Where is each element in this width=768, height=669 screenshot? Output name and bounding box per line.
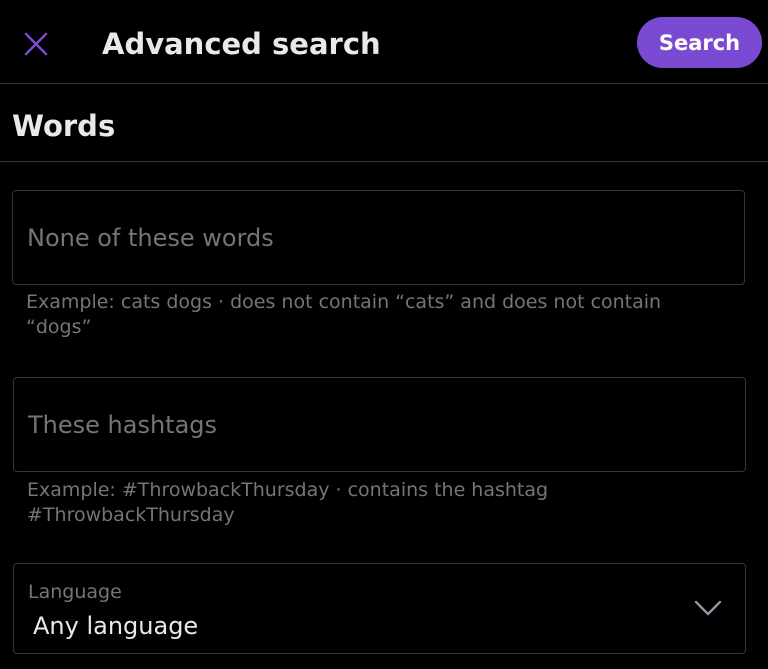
language-value: Any language <box>33 612 199 640</box>
search-button[interactable]: Search <box>637 17 762 68</box>
none-of-these-words-helper: Example: cats dogs · does not contain “c… <box>26 291 662 338</box>
hashtags-field[interactable] <box>13 377 746 472</box>
page-title: Advanced search <box>102 27 381 61</box>
language-select[interactable]: Language Any language <box>13 563 746 654</box>
section-title: Words <box>12 109 116 143</box>
close-button[interactable] <box>20 28 52 60</box>
none-of-these-words-field[interactable] <box>12 190 745 285</box>
words-section-header: Words <box>0 84 768 162</box>
advanced-search-page: Advanced search Search Words Example: ca… <box>0 0 768 669</box>
none-of-these-words-input[interactable] <box>27 191 730 284</box>
header: Advanced search Search <box>0 0 768 84</box>
chevron-down-icon <box>694 600 722 616</box>
hashtags-input[interactable] <box>28 378 731 471</box>
language-label: Language <box>28 581 122 603</box>
hashtags-helper: Example: #ThrowbackThursday · contains t… <box>27 479 549 526</box>
close-icon <box>24 32 48 56</box>
